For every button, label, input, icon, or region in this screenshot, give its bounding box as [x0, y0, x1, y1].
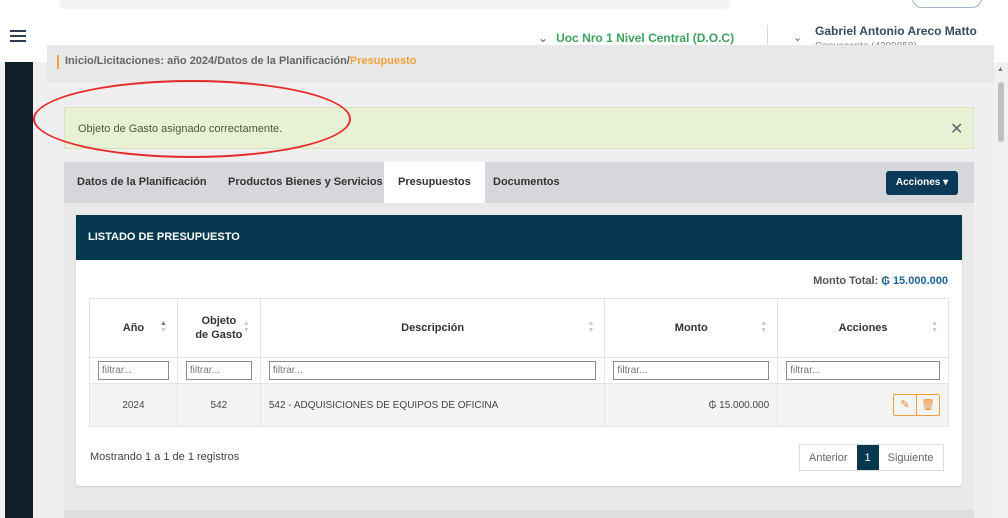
filter-input-acciones[interactable]	[786, 361, 940, 380]
total-label: Monto Total:	[813, 275, 879, 287]
breadcrumb-path[interactable]: Inicio/Licitaciones: año 2024/Datos de l…	[65, 55, 350, 67]
column-header-acciones[interactable]: Acciones ▲ ▼	[777, 298, 949, 358]
scrollbar[interactable]: ▲	[994, 62, 1008, 518]
column-label: Acciones	[838, 322, 888, 334]
sort-icon[interactable]: ▲ ▼	[243, 320, 250, 334]
cell-objeto: 542	[176, 383, 261, 427]
menu-icon[interactable]	[10, 30, 26, 42]
filter-row	[89, 357, 949, 384]
column-header-ano[interactable]: Año ▲ ▼	[89, 298, 178, 358]
sidebar	[5, 62, 33, 518]
column-label: Año	[122, 322, 145, 334]
column-header-monto[interactable]: Monto ▲ ▼	[604, 298, 779, 358]
panel-bottom	[64, 510, 974, 518]
chevron-down-icon: ⌄	[538, 31, 549, 45]
org-name: Uoc Nro 1 Nivel Central (D.O.C)	[556, 31, 735, 45]
cell-ano: 2024	[89, 383, 178, 427]
trash-icon[interactable]: 🗑	[916, 394, 940, 416]
cell-acciones: ✎ 🗑	[777, 383, 949, 427]
filter-input-ano[interactable]	[98, 361, 169, 380]
tab-presupuestos[interactable]: Presupuestos	[384, 162, 485, 203]
prev-page-button[interactable]: Anterior	[800, 445, 857, 470]
budget-card: LISTADO DE PRESUPUESTO Monto Total: ₲ 15…	[76, 215, 962, 486]
tab-documentos[interactable]: Documentos	[493, 162, 560, 203]
column-label: Objeto de Gasto	[195, 315, 243, 341]
column-header-descripcion[interactable]: Descripción ▲ ▼	[259, 298, 606, 358]
total-amount: Monto Total: ₲ 15.000.000	[813, 275, 948, 287]
sort-icon[interactable]: ▲ ▼	[760, 320, 767, 334]
breadcrumb-text: Inicio/Licitaciones: año 2024/Datos de l…	[65, 55, 417, 67]
sort-icon[interactable]: ▲ ▼	[587, 320, 594, 334]
page-1-button[interactable]: 1	[856, 445, 879, 470]
chevron-down-icon[interactable]: ⌄	[793, 31, 802, 44]
caret-down-icon: ▾	[943, 177, 949, 188]
user-name[interactable]: Gabriel Antonio Areco Matto	[815, 24, 977, 38]
next-page-button[interactable]: Siguiente	[879, 445, 943, 470]
actions-button[interactable]: Acciones ▾	[886, 171, 958, 195]
org-selector[interactable]: ⌄ Uoc Nro 1 Nivel Central (D.O.C)	[538, 31, 734, 45]
records-info: Mostrando 1 a 1 de 1 registros	[90, 451, 240, 463]
tab-datos-planificacion[interactable]: Datos de la Planificación	[77, 162, 207, 203]
top-button-fragment	[912, 0, 982, 8]
filter-input-descripcion[interactable]	[268, 361, 597, 380]
column-header-objeto[interactable]: Objeto de Gasto ▲ ▼	[176, 298, 261, 358]
edit-icon[interactable]: ✎	[893, 394, 917, 416]
total-value: ₲ 15.000.000	[881, 275, 948, 287]
alert-message: Objeto de Gasto asignado correctamente.	[78, 123, 283, 135]
column-label: Descripción	[401, 322, 465, 334]
scroll-thumb[interactable]	[998, 82, 1004, 142]
breadcrumb-marker	[57, 55, 59, 69]
cell-descripcion: 542 - ADQUISICIONES DE EQUIPOS DE OFICIN…	[259, 383, 606, 427]
filter-input-objeto[interactable]	[185, 361, 252, 380]
column-label: Monto	[674, 322, 708, 334]
card-title: LISTADO DE PRESUPUESTO	[76, 215, 962, 260]
actions-label: Acciones	[895, 177, 941, 188]
budget-table: Año ▲ ▼ Objeto de Gasto ▲ ▼ Descripción ▲ ▼ Mo…	[89, 298, 949, 427]
close-icon[interactable]: ✕	[950, 119, 963, 139]
breadcrumb-active: Presupuesto	[349, 55, 417, 67]
pagination: Anterior 1 Siguiente	[799, 444, 944, 471]
scroll-up-icon[interactable]: ▲	[997, 66, 1004, 73]
cell-monto: ₲ 15.000.000	[604, 383, 779, 427]
sort-icon[interactable]: ▲ ▼	[160, 320, 167, 334]
breadcrumb: Inicio/Licitaciones: año 2024/Datos de l…	[47, 45, 994, 83]
filter-input-monto[interactable]	[613, 361, 770, 380]
tab-productos[interactable]: Productos Bienes y Servicios	[228, 162, 383, 203]
success-alert: Objeto de Gasto asignado correctamente. …	[64, 107, 974, 149]
tab-bar: Datos de la Planificación Productos Bien…	[64, 162, 974, 203]
table-row: 2024 542 542 - ADQUISICIONES DE EQUIPOS …	[89, 383, 949, 427]
browser-search-fragment	[60, 0, 730, 9]
sort-icon[interactable]: ▲ ▼	[931, 320, 938, 334]
